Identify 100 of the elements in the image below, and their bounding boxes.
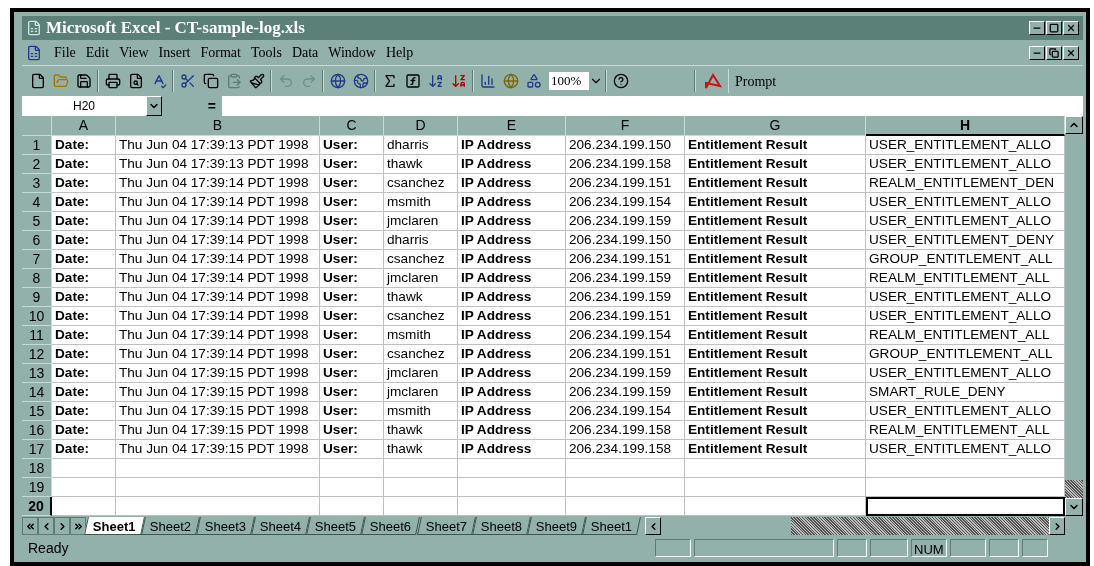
- close-button[interactable]: [1063, 21, 1079, 35]
- table-cell[interactable]: SMART_RULE_DENY: [866, 383, 1065, 402]
- table-cell[interactable]: IP Address: [458, 269, 566, 288]
- table-cell[interactable]: IP Address: [458, 364, 566, 383]
- row-header[interactable]: 14: [22, 383, 52, 402]
- table-cell[interactable]: Date:: [52, 421, 116, 440]
- menu-item[interactable]: Help: [381, 42, 418, 63]
- row-header[interactable]: 6: [22, 231, 52, 250]
- table-cell[interactable]: USER_ENTITLEMENT_DENY: [866, 231, 1065, 250]
- table-cell[interactable]: 206.234.199.150: [566, 231, 685, 250]
- table-cell[interactable]: Date:: [52, 383, 116, 402]
- close-button[interactable]: [1063, 45, 1079, 60]
- table-cell[interactable]: IP Address: [458, 383, 566, 402]
- table-cell[interactable]: IP Address: [458, 174, 566, 193]
- menu-item[interactable]: Data: [287, 42, 323, 63]
- table-cell[interactable]: Thu Jun 04 17:39:13 PDT 1998: [116, 155, 320, 174]
- first-sheet-button[interactable]: [22, 517, 38, 535]
- table-cell[interactable]: User:: [320, 421, 384, 440]
- table-cell[interactable]: USER_ENTITLEMENT_ALLO: [866, 212, 1065, 231]
- table-cell[interactable]: Entitlement Result: [685, 193, 866, 212]
- table-cell[interactable]: [685, 459, 866, 478]
- table-cell[interactable]: Entitlement Result: [685, 231, 866, 250]
- table-cell[interactable]: User:: [320, 155, 384, 174]
- table-cell[interactable]: Entitlement Result: [685, 250, 866, 269]
- table-cell[interactable]: 206.234.199.154: [566, 326, 685, 345]
- table-cell[interactable]: Thu Jun 04 17:39:15 PDT 1998: [116, 402, 320, 421]
- table-cell[interactable]: Entitlement Result: [685, 383, 866, 402]
- table-cell[interactable]: User:: [320, 288, 384, 307]
- table-cell[interactable]: Entitlement Result: [685, 269, 866, 288]
- table-cell[interactable]: IP Address: [458, 231, 566, 250]
- table-cell[interactable]: [116, 478, 320, 497]
- table-cell[interactable]: Thu Jun 04 17:39:14 PDT 1998: [116, 326, 320, 345]
- row-header[interactable]: 9: [22, 288, 52, 307]
- sheet-tab[interactable]: Sheet5: [306, 517, 366, 535]
- table-cell[interactable]: [566, 459, 685, 478]
- table-cell[interactable]: USER_ENTITLEMENT_ALLO: [866, 364, 1065, 383]
- vertical-scrollbar[interactable]: [1065, 116, 1083, 516]
- table-cell[interactable]: [866, 459, 1065, 478]
- sheet-tab[interactable]: Sheet8: [471, 517, 531, 535]
- row-header[interactable]: 10: [22, 307, 52, 326]
- table-cell[interactable]: Date:: [52, 231, 116, 250]
- table-cell[interactable]: Thu Jun 04 17:39:14 PDT 1998: [116, 174, 320, 193]
- table-cell[interactable]: [320, 497, 384, 516]
- table-cell[interactable]: [320, 478, 384, 497]
- table-cell[interactable]: Entitlement Result: [685, 345, 866, 364]
- table-cell[interactable]: [52, 478, 116, 497]
- table-cell[interactable]: thawk: [384, 155, 458, 174]
- horizontal-scrollbar[interactable]: [645, 517, 1065, 535]
- table-cell[interactable]: IP Address: [458, 212, 566, 231]
- row-header[interactable]: 13: [22, 364, 52, 383]
- column-header[interactable]: E: [458, 116, 566, 136]
- selected-cell[interactable]: [866, 497, 1065, 516]
- maximize-button[interactable]: [1046, 21, 1062, 35]
- table-cell[interactable]: IP Address: [458, 288, 566, 307]
- table-cell[interactable]: IP Address: [458, 155, 566, 174]
- table-cell[interactable]: 206.234.199.159: [566, 288, 685, 307]
- table-cell[interactable]: Thu Jun 04 17:39:14 PDT 1998: [116, 307, 320, 326]
- row-header[interactable]: 2: [22, 155, 52, 174]
- restore-button[interactable]: [1046, 45, 1062, 60]
- table-cell[interactable]: User:: [320, 269, 384, 288]
- minimize-button[interactable]: [1029, 45, 1045, 60]
- table-cell[interactable]: Thu Jun 04 17:39:14 PDT 1998: [116, 231, 320, 250]
- table-cell[interactable]: User:: [320, 250, 384, 269]
- table-cell[interactable]: 206.234.199.158: [566, 155, 685, 174]
- table-cell[interactable]: User:: [320, 307, 384, 326]
- row-header[interactable]: 16: [22, 421, 52, 440]
- zoom-dropdown[interactable]: 100%: [549, 72, 603, 90]
- next-sheet-button[interactable]: [54, 517, 70, 535]
- table-cell[interactable]: USER_ENTITLEMENT_ALLO: [866, 136, 1065, 155]
- table-cell[interactable]: thawk: [384, 440, 458, 459]
- table-cell[interactable]: 206.234.199.159: [566, 212, 685, 231]
- table-cell[interactable]: User:: [320, 345, 384, 364]
- table-cell[interactable]: IP Address: [458, 421, 566, 440]
- sheet-tab[interactable]: Sheet9: [527, 517, 587, 535]
- table-cell[interactable]: [458, 459, 566, 478]
- sheet-tab[interactable]: Sheet1: [84, 517, 145, 535]
- table-cell[interactable]: REALM_ENTITLEMENT_ALL: [866, 326, 1065, 345]
- table-cell[interactable]: 206.234.199.159: [566, 269, 685, 288]
- table-cell[interactable]: 206.234.199.158: [566, 421, 685, 440]
- scroll-track[interactable]: [791, 517, 1049, 535]
- table-cell[interactable]: Date:: [52, 136, 116, 155]
- table-cell[interactable]: Thu Jun 04 17:39:14 PDT 1998: [116, 212, 320, 231]
- menu-item[interactable]: Format: [196, 42, 245, 63]
- table-cell[interactable]: 206.234.199.154: [566, 193, 685, 212]
- table-cell[interactable]: Thu Jun 04 17:39:14 PDT 1998: [116, 250, 320, 269]
- table-cell[interactable]: 206.234.199.158: [566, 440, 685, 459]
- table-cell[interactable]: Date:: [52, 250, 116, 269]
- table-cell[interactable]: Thu Jun 04 17:39:15 PDT 1998: [116, 440, 320, 459]
- column-header[interactable]: D: [384, 116, 458, 136]
- table-cell[interactable]: 206.234.199.151: [566, 250, 685, 269]
- table-cell[interactable]: Date:: [52, 155, 116, 174]
- table-cell[interactable]: IP Address: [458, 326, 566, 345]
- table-cell[interactable]: User:: [320, 326, 384, 345]
- table-cell[interactable]: Thu Jun 04 17:39:14 PDT 1998: [116, 269, 320, 288]
- row-header[interactable]: 4: [22, 193, 52, 212]
- table-cell[interactable]: Entitlement Result: [685, 440, 866, 459]
- table-cell[interactable]: [116, 497, 320, 516]
- table-cell[interactable]: [866, 478, 1065, 497]
- sheet-tab[interactable]: Sheet3: [195, 517, 255, 535]
- table-cell[interactable]: [320, 459, 384, 478]
